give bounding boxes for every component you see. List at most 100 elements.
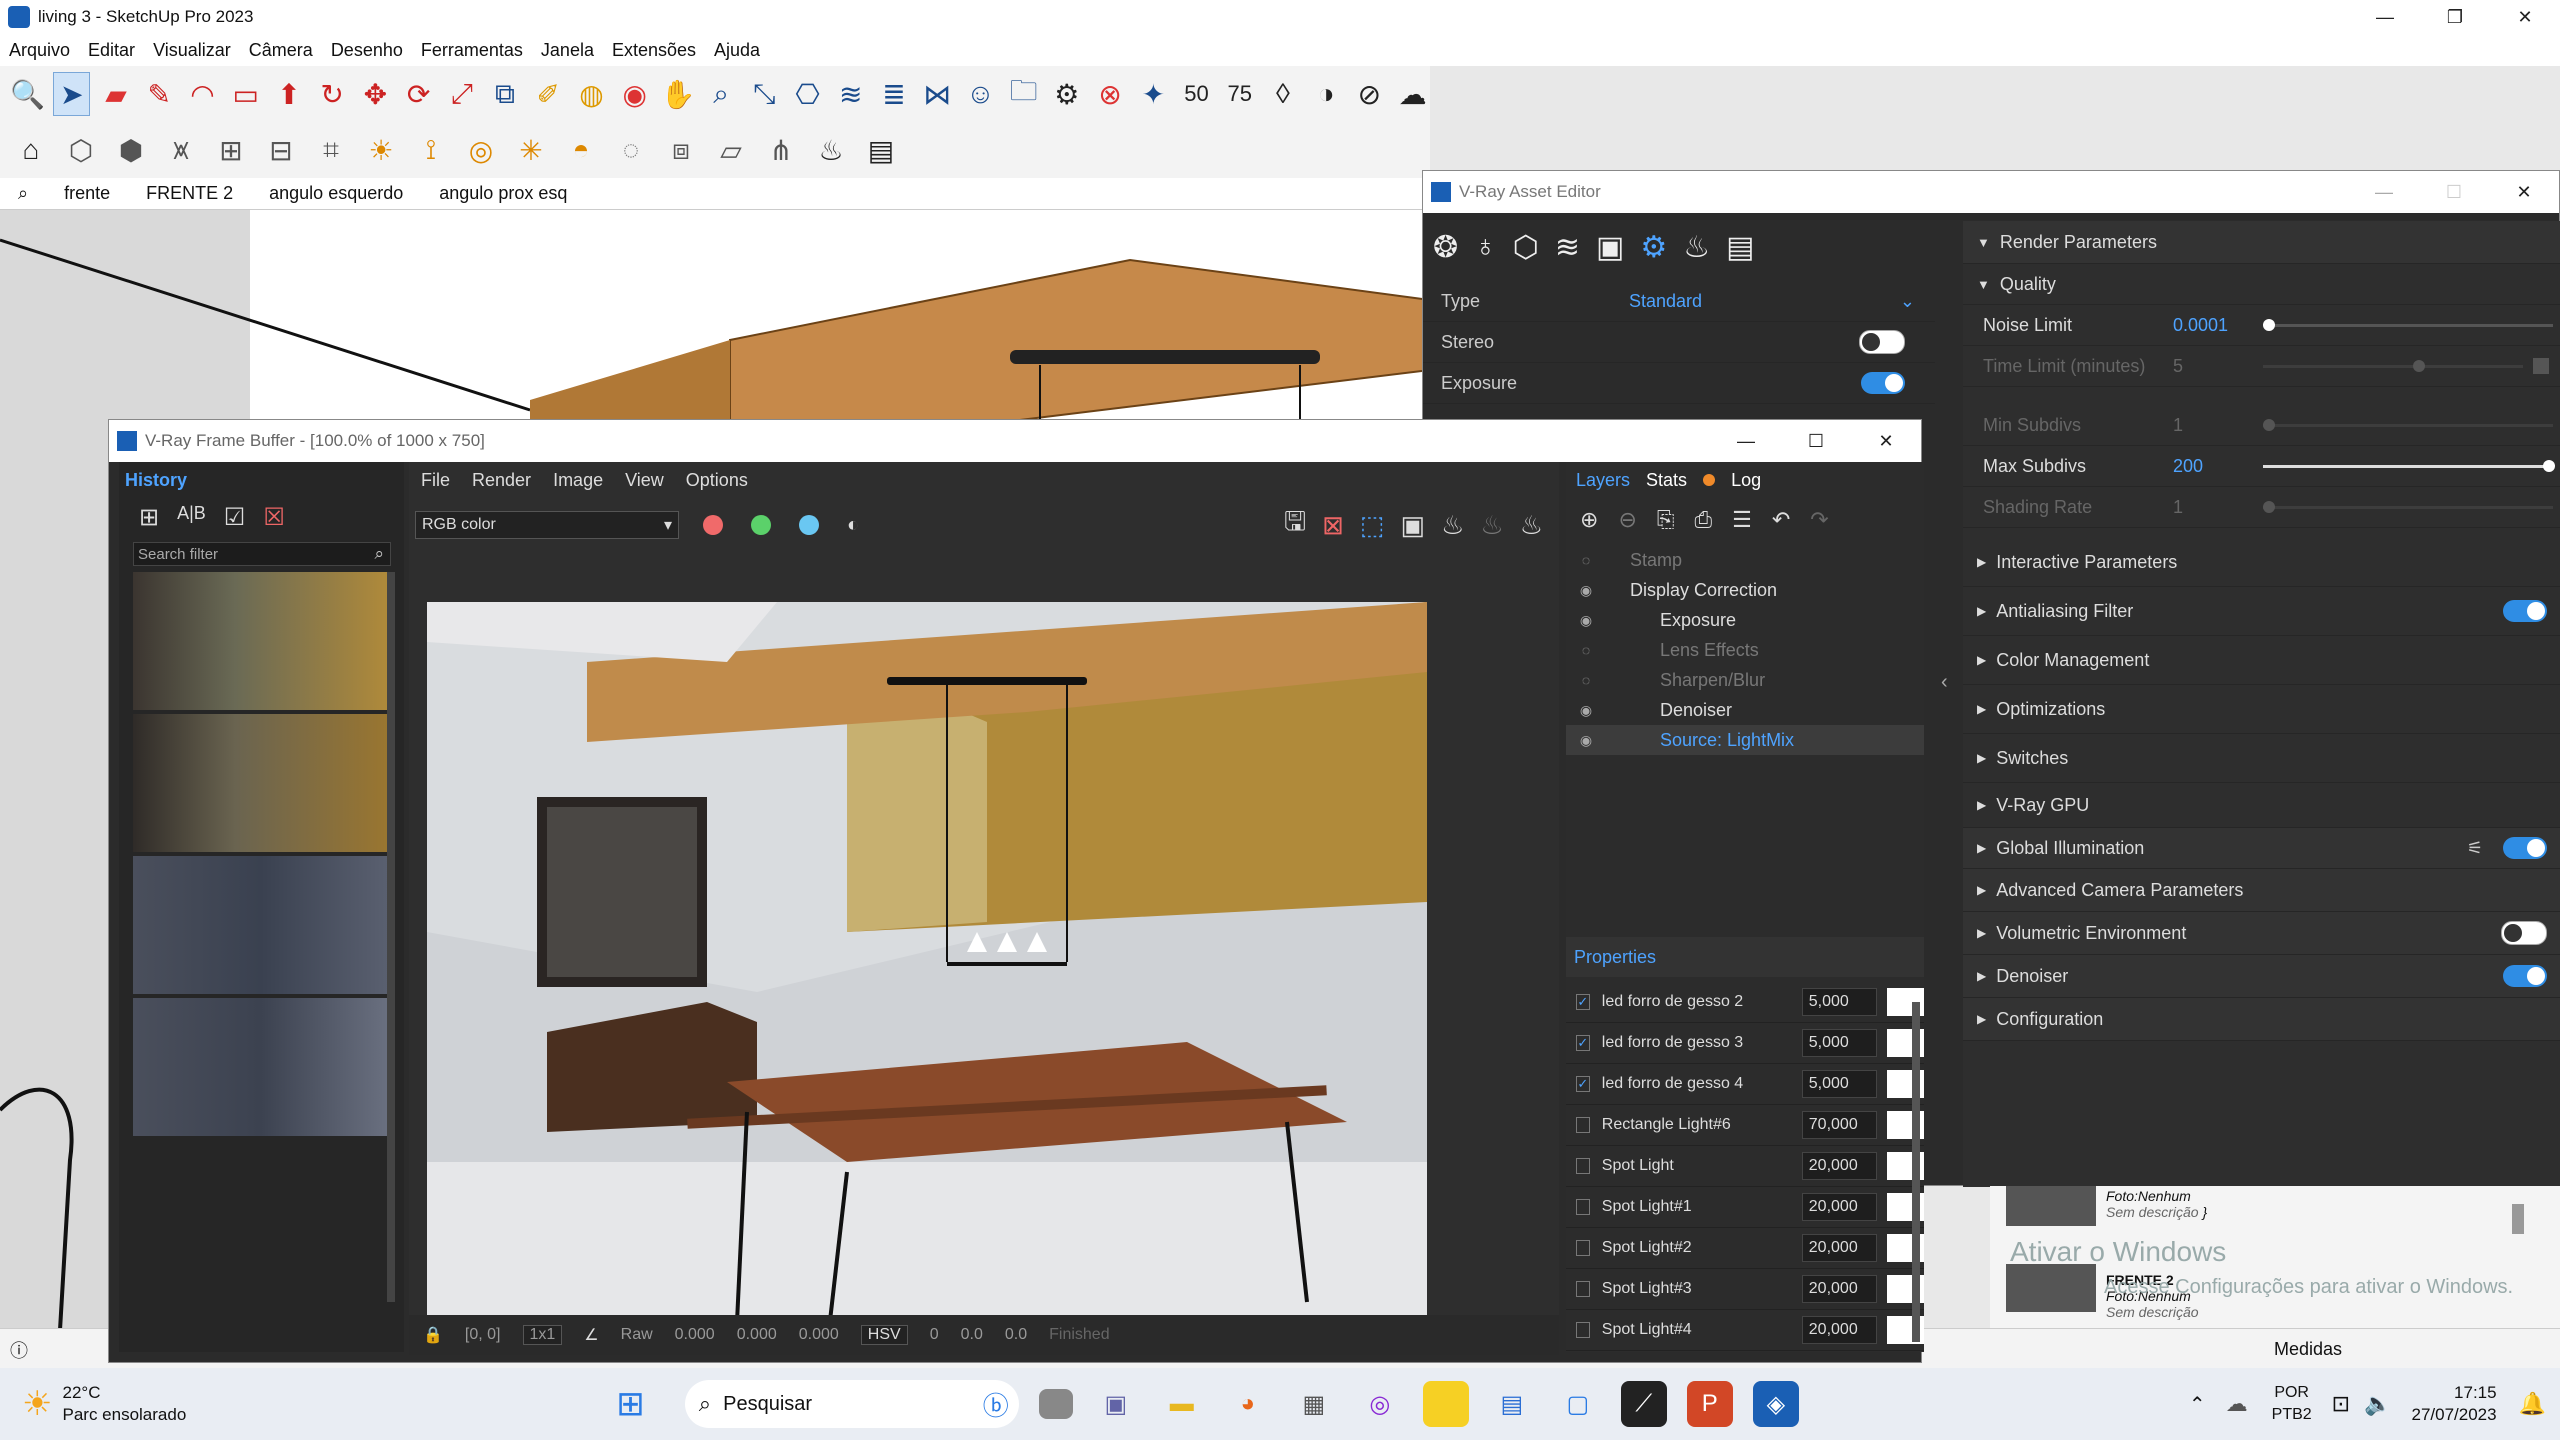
save-image-icon[interactable]: 🖫: [1284, 503, 1306, 547]
rendered-image[interactable]: [427, 602, 1427, 1352]
clock[interactable]: 17:15 27/07/2023: [2412, 1382, 2497, 1426]
network-icon[interactable]: ⊡: [2332, 1391, 2350, 1417]
add-layer-icon[interactable]: ⊕: [1580, 507, 1598, 533]
denoiser-toggle[interactable]: [2503, 965, 2547, 987]
region-render-icon[interactable]: ⬚: [1360, 510, 1385, 541]
follow-me-icon[interactable]: ↻: [315, 73, 350, 115]
bing-icon[interactable]: ⓑ: [983, 1386, 1009, 1423]
render-teapot-icon[interactable]: ♨: [1683, 230, 1710, 265]
contrast-icon[interactable]: ◑: [1309, 73, 1344, 115]
layer-denoiser[interactable]: ◉ Denoiser: [1566, 695, 1924, 725]
asset-editor-close-button[interactable]: ✕: [2489, 175, 2559, 209]
scene-search-icon[interactable]: ⌕: [0, 183, 46, 204]
sliders-icon[interactable]: ⚟: [2467, 838, 2483, 859]
layout-icon[interactable]: ≣: [876, 73, 911, 115]
volume-icon[interactable]: 🔈: [2364, 1391, 2391, 1417]
shading-rate-slider[interactable]: [2263, 506, 2553, 509]
textures-icon[interactable]: ▣: [1596, 230, 1624, 265]
settings-gear-icon[interactable]: ⚙: [1640, 230, 1667, 265]
game-icon[interactable]: ◎: [1357, 1381, 1403, 1427]
zoom-extents-icon[interactable]: 🔍: [10, 73, 45, 115]
menu-desenho[interactable]: Desenho: [331, 40, 403, 61]
frame-buffer-close-button[interactable]: ✕: [1851, 424, 1921, 458]
light-checkbox[interactable]: ✓: [1576, 994, 1590, 1010]
history-thumbnail[interactable]: [133, 572, 389, 710]
menu-editar[interactable]: Editar: [88, 40, 135, 61]
restore-button[interactable]: ❐: [2420, 0, 2490, 34]
section-antialiasing-filter[interactable]: ▶ Antialiasing Filter: [1963, 587, 2560, 636]
arc-icon[interactable]: ◠: [185, 73, 220, 115]
orbit-icon[interactable]: ◉: [617, 73, 652, 115]
render-75-icon[interactable]: 75: [1222, 73, 1257, 115]
load-history-icon[interactable]: ☑: [224, 503, 246, 532]
tab-layers[interactable]: Layers: [1576, 470, 1630, 491]
undo-icon[interactable]: ↶: [1772, 507, 1790, 533]
menu-options[interactable]: Options: [686, 470, 748, 491]
chevron-up-icon[interactable]: ⌃: [2189, 1392, 2206, 1417]
delete-layer-icon[interactable]: ⊖: [1618, 507, 1636, 533]
light-intensity[interactable]: 20,000: [1801, 1234, 1878, 1262]
solid-box-icon[interactable]: ⬢: [110, 129, 152, 171]
properties-scrollbar[interactable]: [1912, 1002, 1920, 1342]
scene-thumbnail[interactable]: [2006, 1186, 2096, 1226]
menu-ferramentas[interactable]: Ferramentas: [421, 40, 523, 61]
light-intensity[interactable]: 5,000: [1801, 988, 1878, 1016]
clear-image-icon[interactable]: ⊠: [1322, 510, 1344, 541]
calculator-icon[interactable]: ▦: [1291, 1381, 1337, 1427]
sandbox-icon[interactable]: ⩙: [160, 129, 202, 171]
scenes-scrollbar[interactable]: [2512, 1204, 2524, 1234]
light-intensity[interactable]: 5,000: [1801, 1070, 1878, 1098]
render-icon[interactable]: ♨: [1520, 510, 1543, 541]
panel-collapse-icon[interactable]: ‹: [1941, 671, 1948, 694]
section-global-illumination[interactable]: ▶ Global Illumination ⚟: [1963, 828, 2560, 869]
section-vray-gpu[interactable]: ▶ V-Ray GPU: [1963, 783, 2560, 828]
send-to-layout-icon[interactable]: ⋈: [920, 73, 955, 115]
section-plane-icon[interactable]: ⌂: [10, 129, 52, 171]
section-volumetric-environment[interactable]: ▶ Volumetric Environment: [1963, 912, 2560, 955]
menu-visualizar[interactable]: Visualizar: [153, 40, 231, 61]
move-icon[interactable]: ✥: [358, 73, 393, 115]
layers-icon[interactable]: ≋: [1555, 230, 1580, 265]
settings-icon[interactable]: ⚙: [1049, 73, 1084, 115]
notifications-icon[interactable]: 🔔: [2519, 1391, 2546, 1417]
tab-angulo-esquerdo[interactable]: angulo esquerdo: [251, 183, 421, 204]
status-info-icon[interactable]: ⓘ: [10, 1337, 28, 1363]
chevron-down-icon[interactable]: ⌄: [1900, 291, 1915, 312]
green-channel-icon[interactable]: [751, 515, 771, 535]
frame-buffer-icon[interactable]: ▤: [860, 129, 902, 171]
section-interactive-parameters[interactable]: ▶ Interactive Parameters: [1963, 538, 2560, 587]
push-pull-icon[interactable]: ⬆: [271, 73, 306, 115]
cloud-icon[interactable]: ☁: [1395, 73, 1430, 115]
tab-frente-2[interactable]: FRENTE 2: [128, 183, 251, 204]
light-checkbox[interactable]: [1576, 1158, 1590, 1174]
antialiasing-toggle[interactable]: [2503, 600, 2547, 622]
box-icon[interactable]: ⬡: [60, 129, 102, 171]
render-window-icon[interactable]: ▤: [1726, 230, 1754, 265]
remote-desktop-icon[interactable]: ▢: [1555, 1381, 1601, 1427]
history-thumbnail[interactable]: [133, 856, 389, 994]
shading-rate-slider-handle[interactable]: [2263, 501, 2275, 513]
paint-bucket-icon[interactable]: ◍: [574, 73, 609, 115]
render-parameters-header[interactable]: ▼ Render Parameters: [1963, 221, 2560, 264]
light-checkbox[interactable]: [1576, 1199, 1590, 1215]
eye-icon[interactable]: ◉: [1566, 702, 1606, 719]
pencil-icon[interactable]: ✎: [142, 73, 177, 115]
component-icon[interactable]: ⊟: [260, 129, 302, 171]
start-icon[interactable]: ⊞: [616, 1384, 645, 1424]
red-channel-icon[interactable]: [703, 515, 723, 535]
scale-icon[interactable]: ⤢: [444, 73, 479, 115]
min-subdivs-slider-handle[interactable]: [2263, 419, 2275, 431]
color-mode-select[interactable]: HSV: [860, 1325, 908, 1345]
dome-light-icon[interactable]: ◓: [560, 129, 602, 171]
sketchup-taskbar-icon[interactable]: ⟋: [1620, 1381, 1667, 1427]
history-thumbnail[interactable]: [133, 998, 389, 1136]
history-scrollbar[interactable]: [387, 572, 395, 1302]
weather-widget[interactable]: 22°C Parc ensolarado: [62, 1382, 186, 1426]
eye-icon[interactable]: ◉: [1566, 732, 1606, 749]
ab-compare-icon[interactable]: A|B: [177, 503, 206, 532]
light-intensity[interactable]: 20,000: [1801, 1152, 1878, 1180]
max-subdivs-slider[interactable]: [2263, 465, 2553, 468]
light-checkbox[interactable]: [1576, 1240, 1590, 1256]
asset-editor-minimize-button[interactable]: —: [2349, 175, 2419, 209]
scene-icon[interactable]: ⌗: [310, 129, 352, 171]
